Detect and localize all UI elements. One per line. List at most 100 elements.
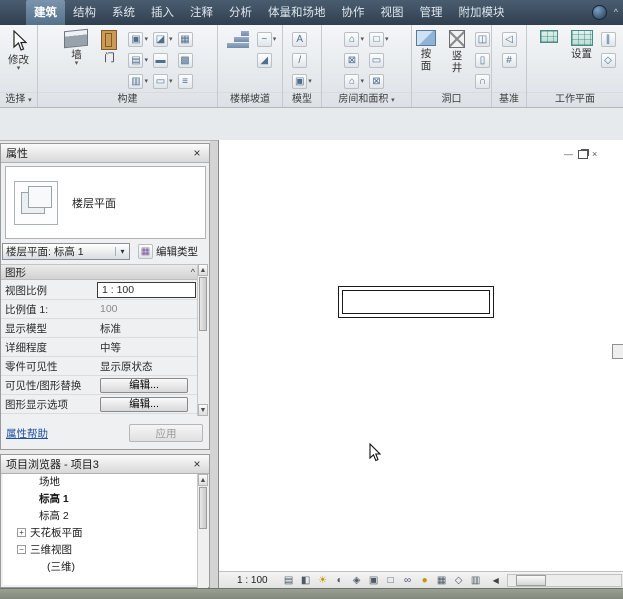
- collapse-tree-icon[interactable]: −: [17, 545, 26, 554]
- edit-type-button[interactable]: ▦ 编辑类型: [134, 243, 202, 260]
- viewer-button[interactable]: ◇: [600, 51, 617, 70]
- browser-scrollbar[interactable]: ▲: [197, 474, 208, 588]
- collapse-icon[interactable]: ^: [191, 267, 195, 277]
- ribbon-collapse-icon[interactable]: ^: [614, 8, 618, 17]
- scroll-left-icon[interactable]: ◀: [493, 576, 499, 585]
- graphic-display-edit-button[interactable]: 编辑...: [100, 397, 188, 412]
- room-button[interactable]: ⌂ ▾: [343, 30, 365, 49]
- wall-button[interactable]: 墙 ▾: [61, 29, 91, 92]
- properties-caption[interactable]: 属性 ×: [1, 144, 209, 163]
- shaft-button[interactable]: 竖井: [443, 29, 471, 92]
- detail-level-field[interactable]: 中等: [97, 340, 199, 355]
- tab-addins[interactable]: 附加模块: [451, 0, 513, 25]
- stair-button[interactable]: [223, 29, 253, 92]
- tab-manage[interactable]: 管理: [412, 0, 451, 25]
- scrollbar-thumb[interactable]: [199, 487, 207, 529]
- reveal-hidden-icon[interactable]: ●: [418, 573, 432, 587]
- model-text-button[interactable]: A: [291, 30, 313, 49]
- tab-insert[interactable]: 插入: [143, 0, 182, 25]
- area-boundary-button[interactable]: ▭: [368, 51, 390, 70]
- expand-icon[interactable]: +: [17, 528, 26, 537]
- visual-style-icon[interactable]: ◧: [299, 573, 313, 587]
- horizontal-scrollbar[interactable]: [507, 574, 622, 587]
- close-view-icon[interactable]: ×: [592, 150, 597, 159]
- tab-analyze[interactable]: 分析: [221, 0, 260, 25]
- scrollbar-thumb[interactable]: [516, 575, 546, 586]
- view-scale-button[interactable]: 1 : 100: [237, 575, 268, 586]
- analytical-model-icon[interactable]: ◇: [452, 573, 466, 587]
- floor-button[interactable]: ▭ ▾: [152, 72, 174, 91]
- parts-visibility-field[interactable]: 显示原状态: [97, 359, 199, 374]
- hide-isolate-icon[interactable]: ∞: [401, 573, 415, 587]
- scroll-down-icon[interactable]: ▼: [198, 404, 208, 416]
- tree-item-3d-views[interactable]: −三维视图: [3, 542, 207, 559]
- detail-level-icon[interactable]: ▤: [282, 573, 296, 587]
- display-model-field[interactable]: 标准: [97, 321, 199, 336]
- ceiling-button[interactable]: ▬: [152, 51, 174, 70]
- tab-massing-site[interactable]: 体量和场地: [260, 0, 334, 25]
- chevron-down-icon[interactable]: ▾: [115, 247, 129, 256]
- dormer-opening-button[interactable]: ∩: [474, 72, 491, 91]
- by-face-button[interactable]: 按面: [412, 29, 440, 92]
- tree-item-site[interactable]: 场地: [3, 474, 207, 491]
- visibility-edit-button[interactable]: 编辑...: [100, 378, 188, 393]
- scroll-up-icon[interactable]: ▲: [198, 474, 208, 486]
- apply-button[interactable]: 应用: [129, 424, 203, 442]
- displacement-sets-icon[interactable]: ▥: [469, 573, 483, 587]
- window-button[interactable]: ▣ ▾: [127, 30, 149, 49]
- curtain-system-button[interactable]: ▦: [177, 30, 194, 49]
- model-group-button[interactable]: ▣ ▾: [291, 72, 313, 91]
- tab-view[interactable]: 视图: [373, 0, 412, 25]
- component-button[interactable]: ▤ ▾: [127, 51, 149, 70]
- mullion-button[interactable]: ≡: [177, 72, 194, 91]
- tab-structure[interactable]: 结构: [65, 0, 104, 25]
- tab-systems[interactable]: 系统: [104, 0, 143, 25]
- wall-opening-button[interactable]: ◫: [474, 30, 491, 49]
- level-button[interactable]: ◁: [501, 30, 518, 49]
- set-workplane-button[interactable]: 设置: [567, 29, 597, 92]
- scroll-up-icon[interactable]: ▲: [198, 264, 208, 276]
- section-graphics-header[interactable]: 图形 ^: [1, 264, 199, 280]
- tree-item-ceiling-plans[interactable]: +天花板平面: [3, 525, 207, 542]
- restore-view-icon[interactable]: [578, 150, 588, 159]
- view-scale-input[interactable]: 1 : 100: [97, 282, 196, 298]
- tree-item-3d-view[interactable]: (三维): [3, 559, 207, 576]
- grid-button[interactable]: #: [501, 51, 518, 70]
- panel-label-room-area[interactable]: 房间和面积 ▾: [322, 92, 411, 107]
- minimize-view-icon[interactable]: —: [564, 150, 573, 159]
- crop-view-icon[interactable]: ▣: [367, 573, 381, 587]
- tag-room-button[interactable]: ⌂ ▾: [343, 72, 365, 91]
- view-selector-dropdown[interactable]: 楼层平面: 标高 1 ▾: [2, 243, 130, 260]
- project-browser-caption[interactable]: 项目浏览器 - 项目3 ×: [1, 455, 209, 474]
- properties-help-link[interactable]: 属性帮助: [6, 426, 48, 441]
- show-crop-icon[interactable]: □: [384, 573, 398, 587]
- sun-path-icon[interactable]: ☀: [316, 573, 330, 587]
- dock-splitter[interactable]: [210, 141, 218, 588]
- ramp-button[interactable]: ◢: [256, 51, 278, 70]
- tag-area-button[interactable]: ⊠: [368, 72, 390, 91]
- tree-item-level-2[interactable]: 标高 2: [3, 508, 207, 525]
- tab-collaborate[interactable]: 协作: [334, 0, 373, 25]
- ref-plane-button[interactable]: ∥: [600, 30, 617, 49]
- curtain-grid-button[interactable]: ▩: [177, 51, 194, 70]
- tab-architecture[interactable]: 建筑: [26, 0, 65, 25]
- temp-view-properties-icon[interactable]: ▦: [435, 573, 449, 587]
- show-workplane-button[interactable]: [534, 29, 564, 92]
- help-icon[interactable]: [592, 5, 607, 20]
- panel-label-select[interactable]: 选择 ▾: [0, 92, 37, 107]
- close-icon[interactable]: ×: [190, 146, 204, 160]
- close-icon[interactable]: ×: [190, 457, 204, 471]
- tree-item-level-1[interactable]: 标高 1: [3, 491, 207, 508]
- properties-scrollbar[interactable]: ▲ ▼: [197, 264, 208, 416]
- area-button[interactable]: □ ▾: [368, 30, 390, 49]
- scrollbar-thumb[interactable]: [199, 277, 207, 331]
- shadows-icon[interactable]: ◐: [333, 573, 347, 587]
- column-button[interactable]: ▥ ▾: [127, 72, 149, 91]
- railing-button[interactable]: ~ ▾: [256, 30, 278, 49]
- type-selector[interactable]: 楼层平面: [5, 166, 206, 239]
- vertical-opening-button[interactable]: ▯: [474, 51, 491, 70]
- drawing-area[interactable]: — × 1 : 100 ▤ ◧ ☀ ◐ ◈ ▣ □ ∞ ● ▦ ◇ ▥: [218, 140, 623, 588]
- room-separator-button[interactable]: ⊠: [343, 51, 365, 70]
- roof-button[interactable]: ◪ ▾: [152, 30, 174, 49]
- rendering-icon[interactable]: ◈: [350, 573, 364, 587]
